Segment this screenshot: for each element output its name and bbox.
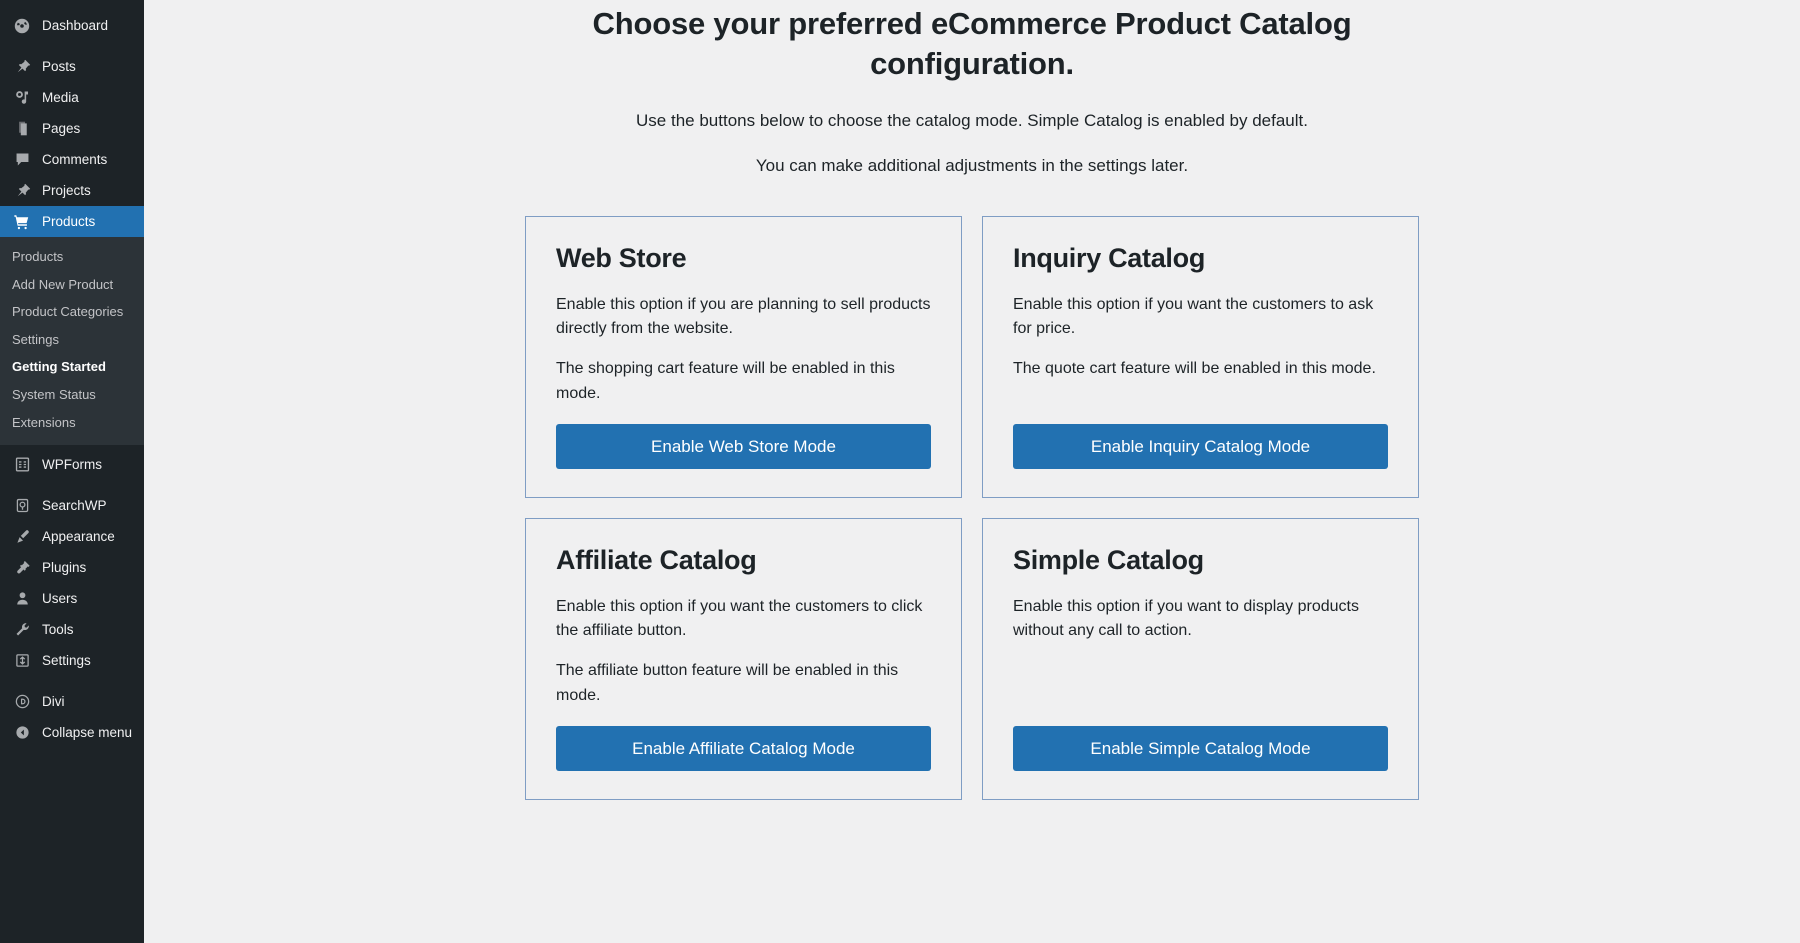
page-title: Choose your preferred eCommerce Product … (592, 6, 1352, 81)
card-description-secondary: The affiliate button feature will be ena… (556, 662, 899, 705)
catalog-mode-cards: Web Store Enable this option if you are … (525, 215, 1419, 800)
dashboard-icon (11, 16, 33, 36)
sidebar-item-tools[interactable]: Tools (0, 614, 144, 645)
pin-icon (11, 181, 33, 201)
sidebar-subitem-getting-started[interactable]: Getting Started (0, 353, 144, 381)
collapse-arrow-icon (11, 723, 33, 743)
sidebar-item-projects[interactable]: Projects (0, 175, 144, 206)
card-web-store: Web Store Enable this option if you are … (525, 215, 962, 498)
enable-web-store-mode-button[interactable]: Enable Web Store Mode (556, 423, 931, 469)
card-spacer (556, 407, 931, 424)
card-title: Affiliate Catalog (556, 544, 757, 575)
sidebar-item-wpforms[interactable]: WPForms (0, 449, 144, 480)
sidebar-item-label: Products (42, 213, 96, 229)
card-affiliate-catalog: Affiliate Catalog Enable this option if … (525, 517, 962, 800)
sidebar-separator-2 (0, 480, 144, 490)
card-title: Inquiry Catalog (1013, 242, 1206, 273)
card-inquiry-catalog: Inquiry Catalog Enable this option if yo… (982, 215, 1419, 498)
sidebar-item-label: SearchWP (42, 497, 107, 513)
wpforms-icon (11, 455, 33, 475)
searchwp-icon (11, 496, 33, 516)
divi-icon (11, 692, 33, 712)
sidebar-top-spacer (0, 0, 144, 10)
sidebar-subitem-add-new-product[interactable]: Add New Product (0, 271, 144, 299)
plugin-icon (11, 558, 33, 578)
sidebar-separator-3 (0, 676, 144, 686)
sidebar-item-label: Posts (42, 58, 76, 74)
enable-inquiry-catalog-mode-button[interactable]: Enable Inquiry Catalog Mode (1013, 423, 1388, 469)
sidebar-subitem-product-categories[interactable]: Product Categories (0, 298, 144, 326)
sidebar-item-media[interactable]: Media (0, 82, 144, 113)
brush-icon (11, 527, 33, 547)
card-spacer (1013, 659, 1388, 725)
card-spacer (556, 709, 931, 726)
sidebar-item-posts[interactable]: Posts (0, 51, 144, 82)
card-description-primary: Enable this option if you want to displa… (1013, 597, 1359, 640)
main-content: Choose your preferred eCommerce Product … (144, 0, 1800, 943)
sidebar-item-collapse-menu[interactable]: Collapse menu (0, 717, 144, 748)
sidebar-item-dashboard[interactable]: Dashboard (0, 10, 144, 41)
card-spacer (1013, 382, 1388, 424)
sidebar-subitem-settings[interactable]: Settings (0, 326, 144, 354)
sidebar-item-users[interactable]: Users (0, 583, 144, 614)
enable-simple-catalog-mode-button[interactable]: Enable Simple Catalog Mode (1013, 725, 1388, 771)
card-title: Web Store (556, 242, 687, 273)
page-subtitle-secondary: You can make additional adjustments in t… (755, 156, 1189, 176)
sidebar-item-label: Plugins (42, 559, 87, 575)
sidebar-item-products[interactable]: Products (0, 206, 152, 237)
card-description-primary: Enable this option if you are planning t… (556, 295, 931, 338)
sidebar-item-label: Projects (42, 182, 91, 198)
sidebar-item-label: Settings (42, 652, 91, 668)
sidebar-item-searchwp[interactable]: SearchWP (0, 490, 144, 521)
pages-icon (11, 119, 33, 139)
sidebar-item-label: Dashboard (42, 17, 109, 33)
card-description-secondary: The quote cart feature will be enabled i… (1013, 360, 1376, 378)
card-description-secondary: The shopping cart feature will be enable… (556, 360, 895, 403)
page-subtitle-primary: Use the buttons below to choose the cata… (636, 111, 1308, 131)
sidebar-subitem-system-status[interactable]: System Status (0, 381, 144, 409)
card-title: Simple Catalog (1013, 544, 1204, 575)
comments-icon (11, 150, 33, 170)
sidebar-submenu-products: Products Add New Product Product Categor… (0, 237, 144, 446)
sidebar-item-appearance[interactable]: Appearance (0, 521, 144, 552)
sidebar-item-label: Divi (42, 693, 65, 709)
wrench-icon (11, 620, 33, 640)
sidebar-item-label: Users (42, 590, 78, 606)
enable-affiliate-catalog-mode-button[interactable]: Enable Affiliate Catalog Mode (556, 725, 931, 771)
user-icon (11, 589, 33, 609)
sidebar-item-comments[interactable]: Comments (0, 144, 144, 175)
card-description-primary: Enable this option if you want the custo… (556, 597, 923, 640)
sidebar-separator-1 (0, 41, 144, 51)
sidebar-item-label: Pages (42, 120, 81, 136)
content-wrapper: Choose your preferred eCommerce Product … (144, 4, 1800, 800)
sidebar-subitem-products[interactable]: Products (0, 243, 144, 271)
card-description-primary: Enable this option if you want the custo… (1013, 295, 1374, 338)
sidebar-item-label: WPForms (42, 456, 102, 472)
sidebar-item-label: Media (42, 89, 79, 105)
admin-sidebar: Dashboard Posts Media Pages Comments Pro… (0, 0, 152, 943)
cart-icon (11, 212, 33, 232)
sidebar-item-plugins[interactable]: Plugins (0, 552, 144, 583)
sidebar-item-label: Appearance (42, 528, 115, 544)
sidebar-item-divi[interactable]: Divi (0, 686, 144, 717)
sidebar-item-label: Collapse menu (42, 724, 133, 740)
sidebar-subitem-extensions[interactable]: Extensions (0, 409, 144, 437)
sidebar-item-pages[interactable]: Pages (0, 113, 144, 144)
settings-icon (11, 651, 33, 671)
sidebar-item-label: Comments (42, 151, 108, 167)
card-simple-catalog: Simple Catalog Enable this option if you… (982, 517, 1419, 800)
pin-icon (11, 57, 33, 77)
sidebar-item-label: Tools (42, 621, 74, 637)
sidebar-item-settings[interactable]: Settings (0, 645, 144, 676)
media-icon (11, 88, 33, 108)
